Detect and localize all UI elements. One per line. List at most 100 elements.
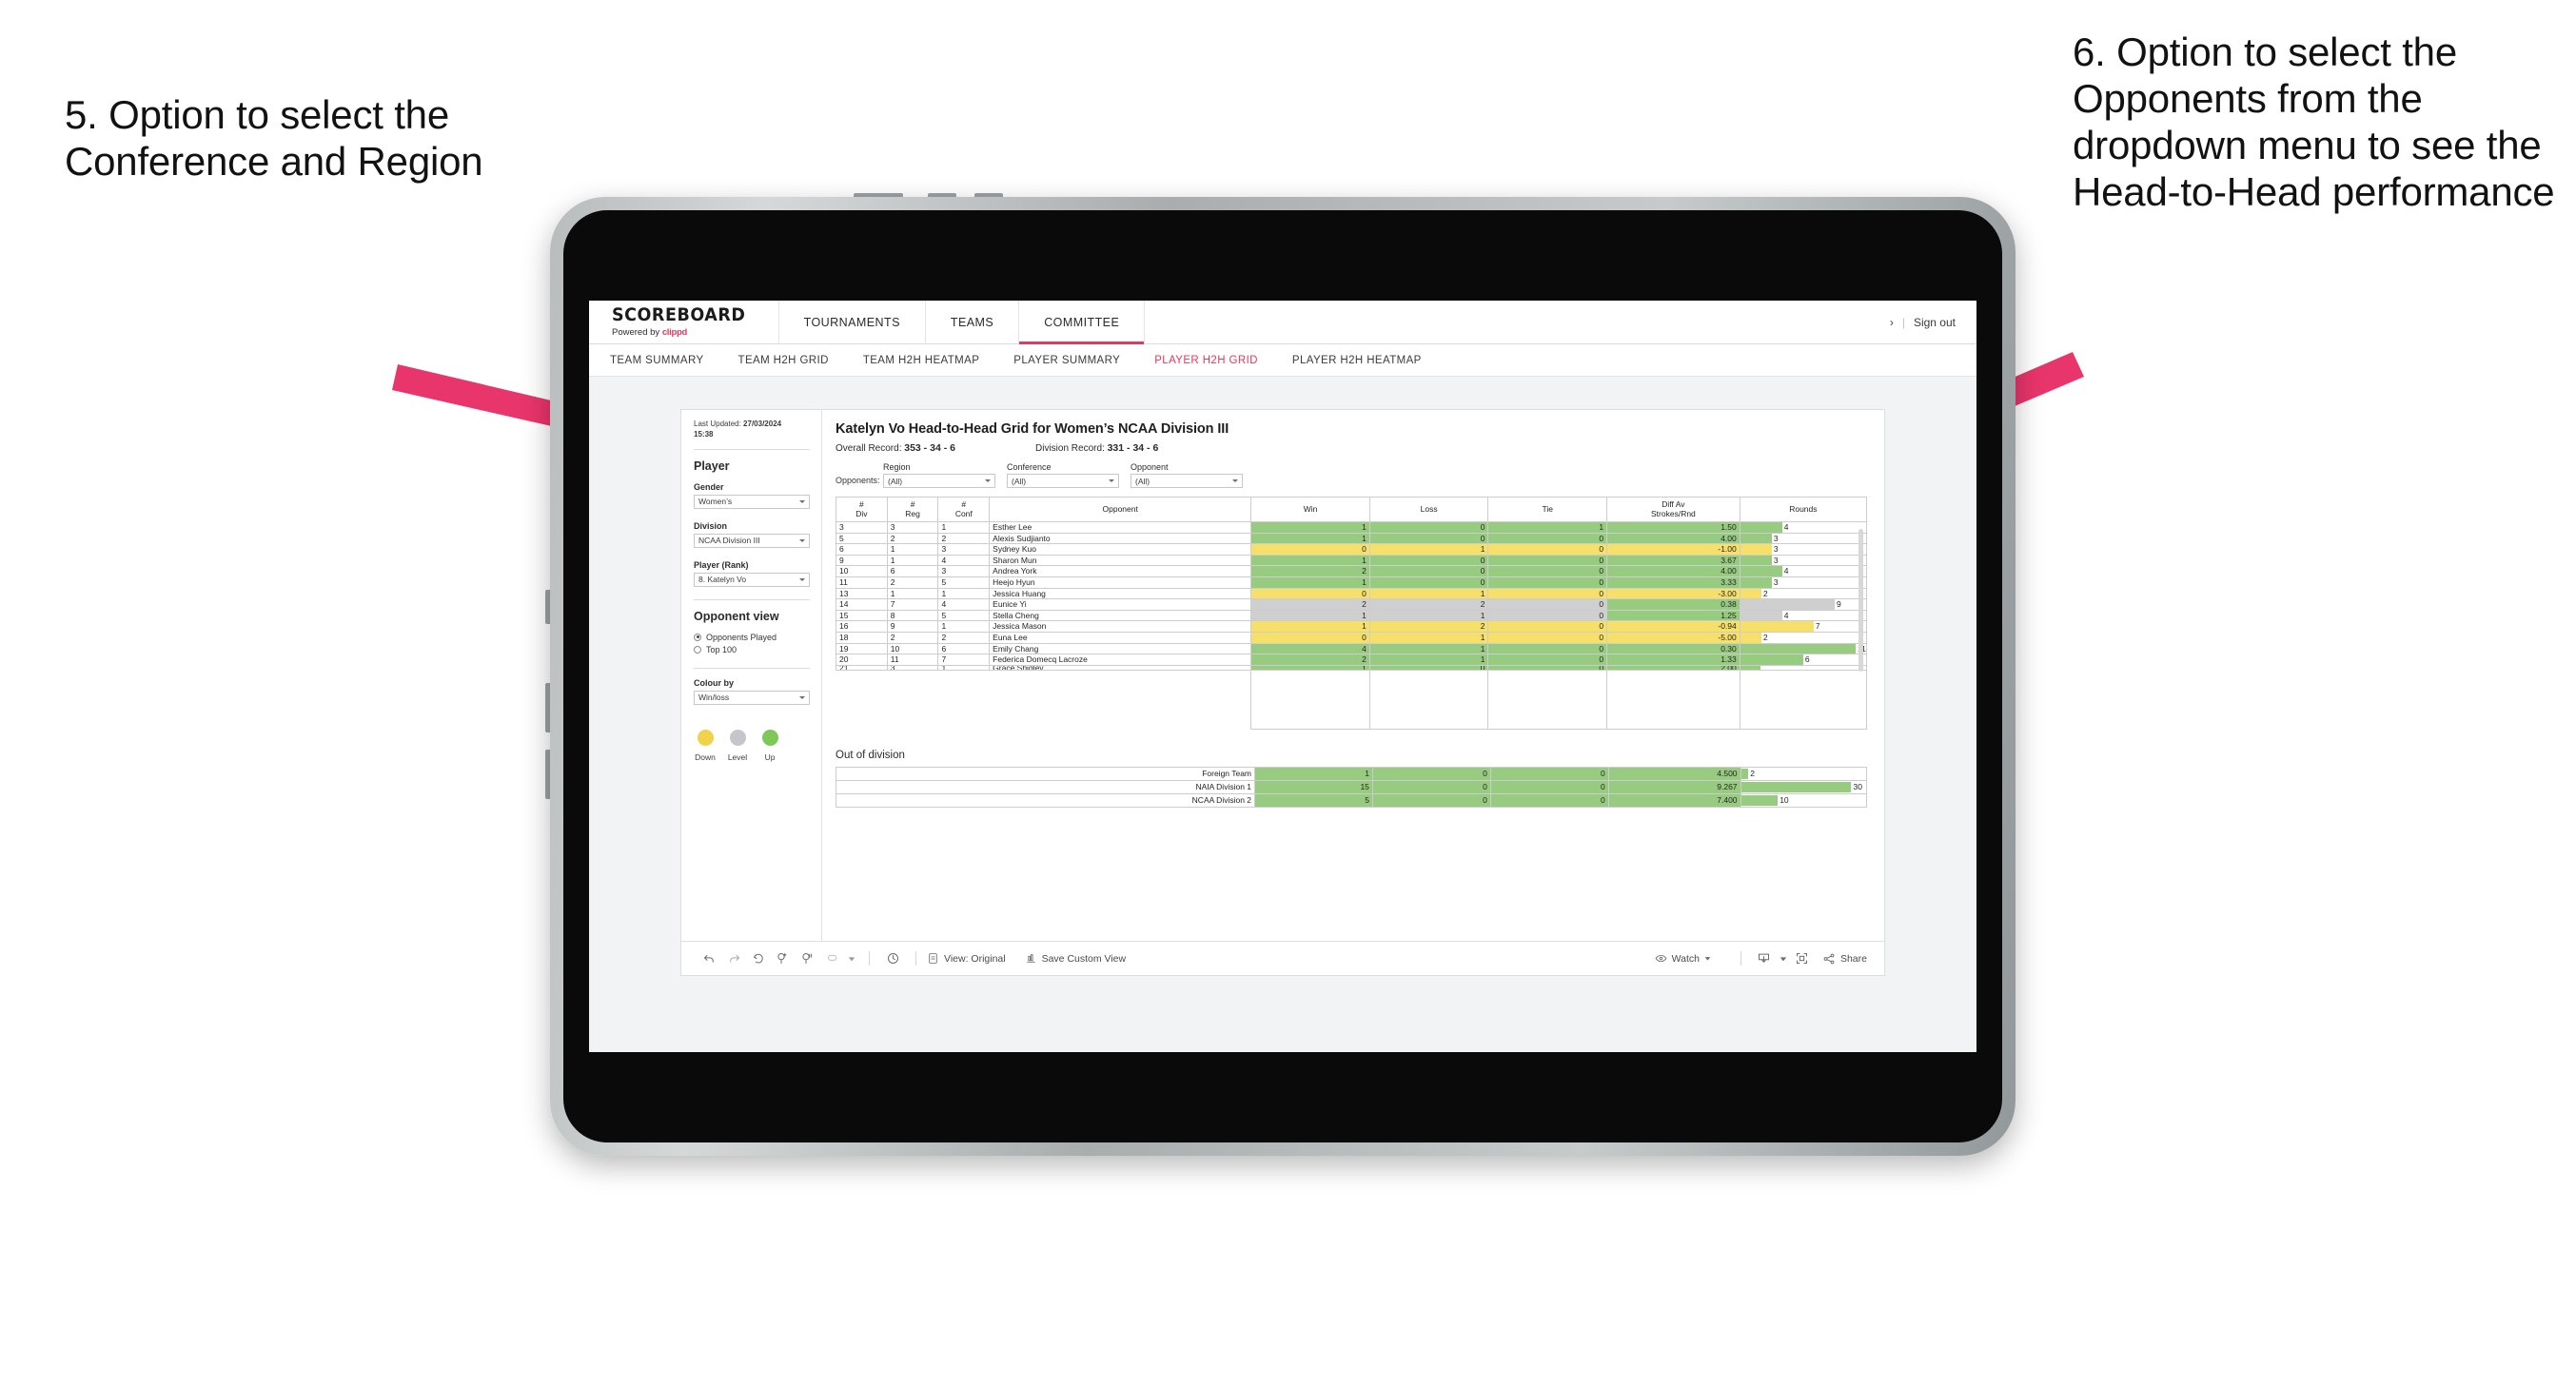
brand-title: SCOREBOARD — [612, 304, 746, 325]
save-custom-view-button[interactable]: Save Custom View — [1025, 952, 1127, 965]
cell-diff: 1.50 — [1606, 521, 1740, 534]
table-row[interactable]: 13 1 1 Jessica Huang 0 1 0 -3.00 2 — [836, 587, 1867, 600]
rounds-bar — [1740, 768, 1749, 779]
cell-tie: 0 — [1487, 620, 1608, 633]
rounds-value: 30 — [1853, 781, 1862, 791]
filter-gender: Gender Women’s — [694, 482, 810, 509]
watch-button[interactable]: Watch — [1655, 952, 1711, 965]
cell-rounds: 2 — [1739, 631, 1867, 644]
brand-logo[interactable]: SCOREBOARD Powered by clippd — [589, 301, 779, 343]
redo-icon[interactable] — [721, 951, 746, 966]
download-dropdown-icon[interactable] — [1777, 955, 1790, 963]
subnav-item-team-h2h-grid[interactable]: TEAM H2H GRID — [738, 355, 829, 366]
undo-icon[interactable] — [697, 951, 721, 966]
gender-value: Women’s — [698, 497, 733, 507]
out-of-division-row[interactable]: NAIA Division 1 15 0 0 9.267 30 — [835, 779, 1868, 794]
fullscreen-icon[interactable] — [1790, 951, 1815, 966]
topnav-item-teams[interactable]: TEAMS — [926, 301, 1020, 343]
table-row[interactable]: 19106Emily Chang4100.3011 — [836, 642, 1867, 655]
rounds-value: 7 — [1815, 621, 1820, 632]
cell-ood-rounds: 10 — [1740, 792, 1868, 808]
revert-icon[interactable] — [746, 951, 771, 966]
cell-rounds: 9 — [1739, 598, 1867, 611]
grid-vertical-scrollbar[interactable] — [1858, 529, 1863, 672]
gender-dropdown[interactable]: Women’s — [694, 494, 810, 509]
chevron-right-icon[interactable]: › — [1890, 316, 1894, 329]
topnav-item-tournaments[interactable]: TOURNAMENTS — [779, 301, 926, 343]
sign-out-link[interactable]: Sign out — [1914, 316, 1956, 329]
table-row[interactable]: 15 8 5 Stella Cheng 1 1 0 1.25 4 — [836, 609, 1867, 622]
cell-ood-diff: 9.267 — [1607, 779, 1741, 794]
radio-opponents-played[interactable]: Opponents Played — [694, 633, 810, 642]
rounds-bar — [1740, 781, 1852, 792]
table-row[interactable]: 11 2 5 Heejo Hyun 1 0 0 3.33 3 — [836, 576, 1867, 589]
topnav-item-committee[interactable]: COMMITTEE — [1019, 301, 1146, 344]
out-of-division-body: Foreign Team 1 0 0 4.500 2 NAIA Division 1 15 0 0… — [835, 766, 1868, 808]
opponent-dropdown[interactable]: (All) — [1131, 474, 1243, 488]
table-row[interactable]: 6 1 3 Sydney Kuo 0 1 0 -1.00 3 — [836, 543, 1867, 556]
division-dropdown[interactable]: NCAA Division III — [694, 533, 810, 548]
subnav-item-player-h2h-heatmap[interactable]: PLAYER H2H HEATMAP — [1292, 355, 1422, 366]
highlight-icon[interactable] — [820, 951, 845, 966]
cell-conf: 1 — [937, 521, 991, 534]
rounds-bar — [1740, 534, 1772, 543]
cell-win: 1 — [1250, 532, 1370, 545]
brand-sub-prefix: Powered by — [612, 327, 662, 338]
table-row[interactable]: 16 9 1 Jessica Mason 1 2 0 -0.94 7 — [836, 620, 1867, 633]
table-row[interactable]: 10 6 3 Andrea York 2 0 0 4.00 4 — [836, 565, 1867, 577]
alert-icon[interactable] — [880, 951, 905, 966]
view-original-button[interactable]: View: Original — [927, 952, 1006, 965]
cell-ood-win: 5 — [1254, 792, 1373, 808]
chevron-down-icon — [985, 479, 991, 482]
cell-ood-tie: 0 — [1489, 792, 1609, 808]
radio-top-100[interactable]: Top 100 — [694, 645, 810, 654]
table-row[interactable]: 5 2 2 Alexis Sudjianto 1 0 0 4.00 3 — [836, 532, 1867, 545]
download-icon[interactable] — [1752, 951, 1777, 966]
radio-icon-unselected — [694, 645, 701, 654]
pause-icon[interactable] — [796, 951, 820, 966]
save-custom-view-label: Save Custom View — [1041, 952, 1127, 965]
cell-opponent: Sydney Kuo — [989, 543, 1252, 556]
table-row[interactable]: 9 1 4 Sharon Mun 1 0 0 3.67 3 — [836, 554, 1867, 567]
subnav-item-player-summary[interactable]: PLAYER SUMMARY — [1013, 355, 1120, 366]
player-rank-dropdown[interactable]: 8. Katelyn Vo — [694, 572, 810, 587]
cell-ood-rounds: 30 — [1740, 779, 1868, 794]
subnav-item-team-summary[interactable]: TEAM SUMMARY — [610, 355, 704, 366]
region-dropdown[interactable]: (All) — [883, 474, 995, 488]
annotation-6-text: 6. Option to select the Opponents from t… — [2073, 29, 2555, 215]
radio-opponents-played-label: Opponents Played — [706, 632, 777, 642]
sub-navigation-bar: TEAM SUMMARY TEAM H2H GRID TEAM H2H HEAT… — [589, 344, 1976, 377]
table-row[interactable]: 20 11 7 Federica Domecq Lacroze 2 1 0 1.33 6 — [836, 654, 1867, 666]
cell-tie: 0 — [1487, 565, 1608, 577]
radio-icon-selected — [694, 633, 701, 641]
cell-div: 20 — [836, 654, 888, 666]
cell-tie: 0 — [1487, 554, 1608, 567]
cell-diff: 3.67 — [1606, 554, 1740, 567]
col-header-loss: Loss — [1368, 497, 1489, 522]
colour-by-dropdown[interactable]: Win/loss — [694, 690, 810, 705]
cell-diff: 4.00 — [1606, 565, 1740, 577]
blank-rounds — [1739, 669, 1867, 730]
rounds-bar-cell: 2 — [1740, 768, 1866, 779]
cell-tie: 0 — [1487, 543, 1608, 556]
table-row[interactable]: 3 3 1 Esther Lee 1 0 1 1.50 4 — [836, 521, 1867, 534]
table-row[interactable]: 18 2 2 Euna Lee 0 1 0 -5.00 2 — [836, 631, 1867, 644]
cell-conf: 1 — [937, 620, 991, 633]
out-of-division-row[interactable]: Foreign Team 1 0 0 4.500 2 — [835, 766, 1868, 781]
cell-conf: 4 — [937, 598, 991, 611]
cell-diff: 3.33 — [1606, 576, 1740, 589]
cell-rounds: 3 — [1739, 543, 1867, 556]
filter-division-label: Division — [694, 520, 728, 531]
rounds-bar — [1740, 566, 1782, 576]
table-row[interactable]: 14 7 4 Eunice Yi 2 2 0 0.38 9 — [836, 598, 1867, 611]
brand-subtitle: Powered by clippd — [612, 327, 757, 338]
rounds-bar — [1740, 556, 1772, 565]
subnav-item-team-h2h-heatmap[interactable]: TEAM H2H HEATMAP — [863, 355, 979, 366]
conference-dropdown[interactable]: (All) — [1007, 474, 1119, 488]
out-of-division-row[interactable]: NCAA Division 2 5 0 0 7.400 10 — [835, 792, 1868, 808]
subnav-item-player-h2h-grid[interactable]: PLAYER H2H GRID — [1154, 355, 1258, 366]
share-button[interactable]: Share — [1822, 952, 1867, 966]
refresh-icon[interactable] — [771, 951, 796, 966]
highlight-dropdown-icon[interactable] — [845, 955, 858, 963]
opponent-view-heading: Opponent view — [694, 609, 779, 623]
